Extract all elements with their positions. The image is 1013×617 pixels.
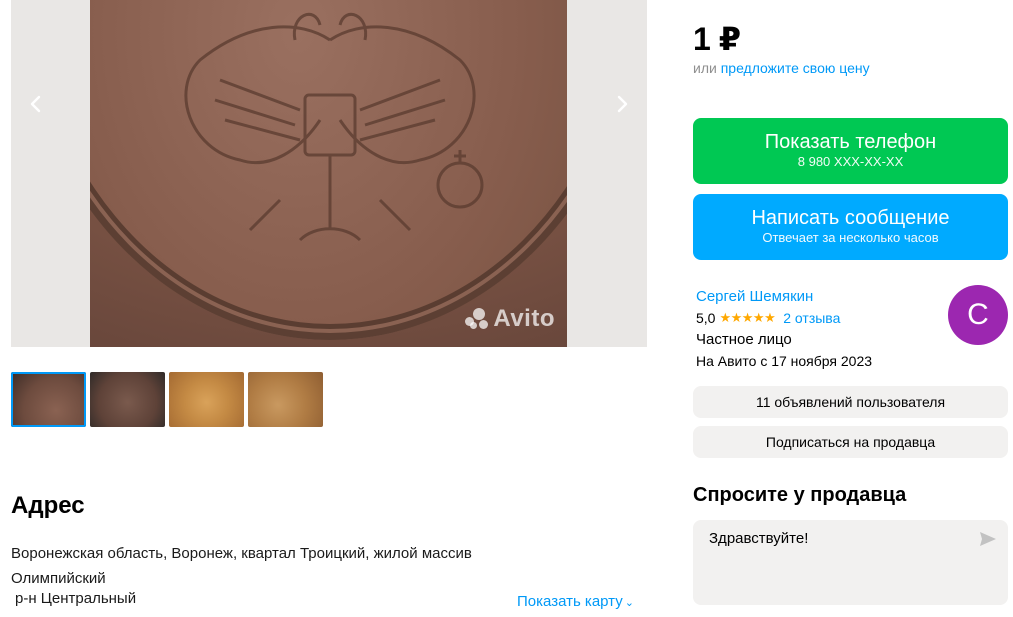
seller-rating: 5,0 ★★★★★ 2 отзыва <box>696 310 840 326</box>
main-photo[interactable]: Avito <box>11 0 647 347</box>
offer-line: или предложите свою цену <box>693 60 870 76</box>
avito-watermark: Avito <box>465 305 555 333</box>
offer-price-link[interactable]: предложите свою цену <box>721 60 870 76</box>
chevron-down-icon: ⌄ <box>624 597 634 609</box>
show-map-label: Показать карту <box>517 593 623 610</box>
show-map-link[interactable]: Показать карту ⌄ <box>517 593 634 610</box>
user-listings-button[interactable]: 11 объявлений пользователя <box>693 386 1008 418</box>
message-input[interactable]: Здравствуйте! <box>709 530 969 590</box>
seller-type: Частное лицо <box>696 331 792 348</box>
response-time: Отвечает за несколько часов <box>762 230 939 245</box>
show-phone-label: Показать телефон <box>764 131 937 153</box>
thumbnail-strip <box>11 372 323 427</box>
rating-value: 5,0 <box>696 310 716 326</box>
send-icon[interactable] <box>978 529 998 549</box>
next-photo-button[interactable] <box>607 92 637 122</box>
coin-photo: Avito <box>90 0 567 347</box>
subscribe-button[interactable]: Подписаться на продавца <box>693 426 1008 458</box>
chevron-right-icon <box>617 95 628 113</box>
ask-seller-box: Здравствуйте! <box>693 520 1008 605</box>
avito-logo-icon <box>465 308 489 330</box>
thumbnail-3[interactable] <box>169 372 244 427</box>
ask-seller-title: Спросите у продавца <box>693 484 907 506</box>
write-message-button[interactable]: Написать сообщение Отвечает за несколько… <box>693 194 1008 260</box>
price: 1 ₽ <box>693 21 741 57</box>
address-title: Адрес <box>11 492 85 519</box>
offer-prefix: или <box>693 60 717 76</box>
address-district: р-н Центральный <box>15 590 137 607</box>
write-message-label: Написать сообщение <box>751 207 950 229</box>
phone-number-masked: 8 980 XXX-XX-XX <box>797 154 904 169</box>
star-rating-icon: ★★★★★ <box>719 310 776 325</box>
double-eagle-emblem <box>184 12 484 242</box>
thumbnail-1[interactable] <box>11 372 86 427</box>
avatar[interactable]: С <box>948 285 1008 345</box>
member-since: На Авито с 17 ноября 2023 <box>696 353 873 369</box>
seller-name-link[interactable]: Сергей Шемякин <box>696 288 813 305</box>
thumbnail-2[interactable] <box>90 372 165 427</box>
prev-photo-button[interactable] <box>21 92 51 122</box>
thumbnail-4[interactable] <box>248 372 323 427</box>
address-text: Воронежская область, Воронеж, квартал Тр… <box>11 545 472 587</box>
reviews-link[interactable]: 2 отзыва <box>783 310 840 326</box>
chevron-left-icon <box>30 95 41 113</box>
show-phone-button[interactable]: Показать телефон 8 980 XXX-XX-XX <box>693 118 1008 184</box>
